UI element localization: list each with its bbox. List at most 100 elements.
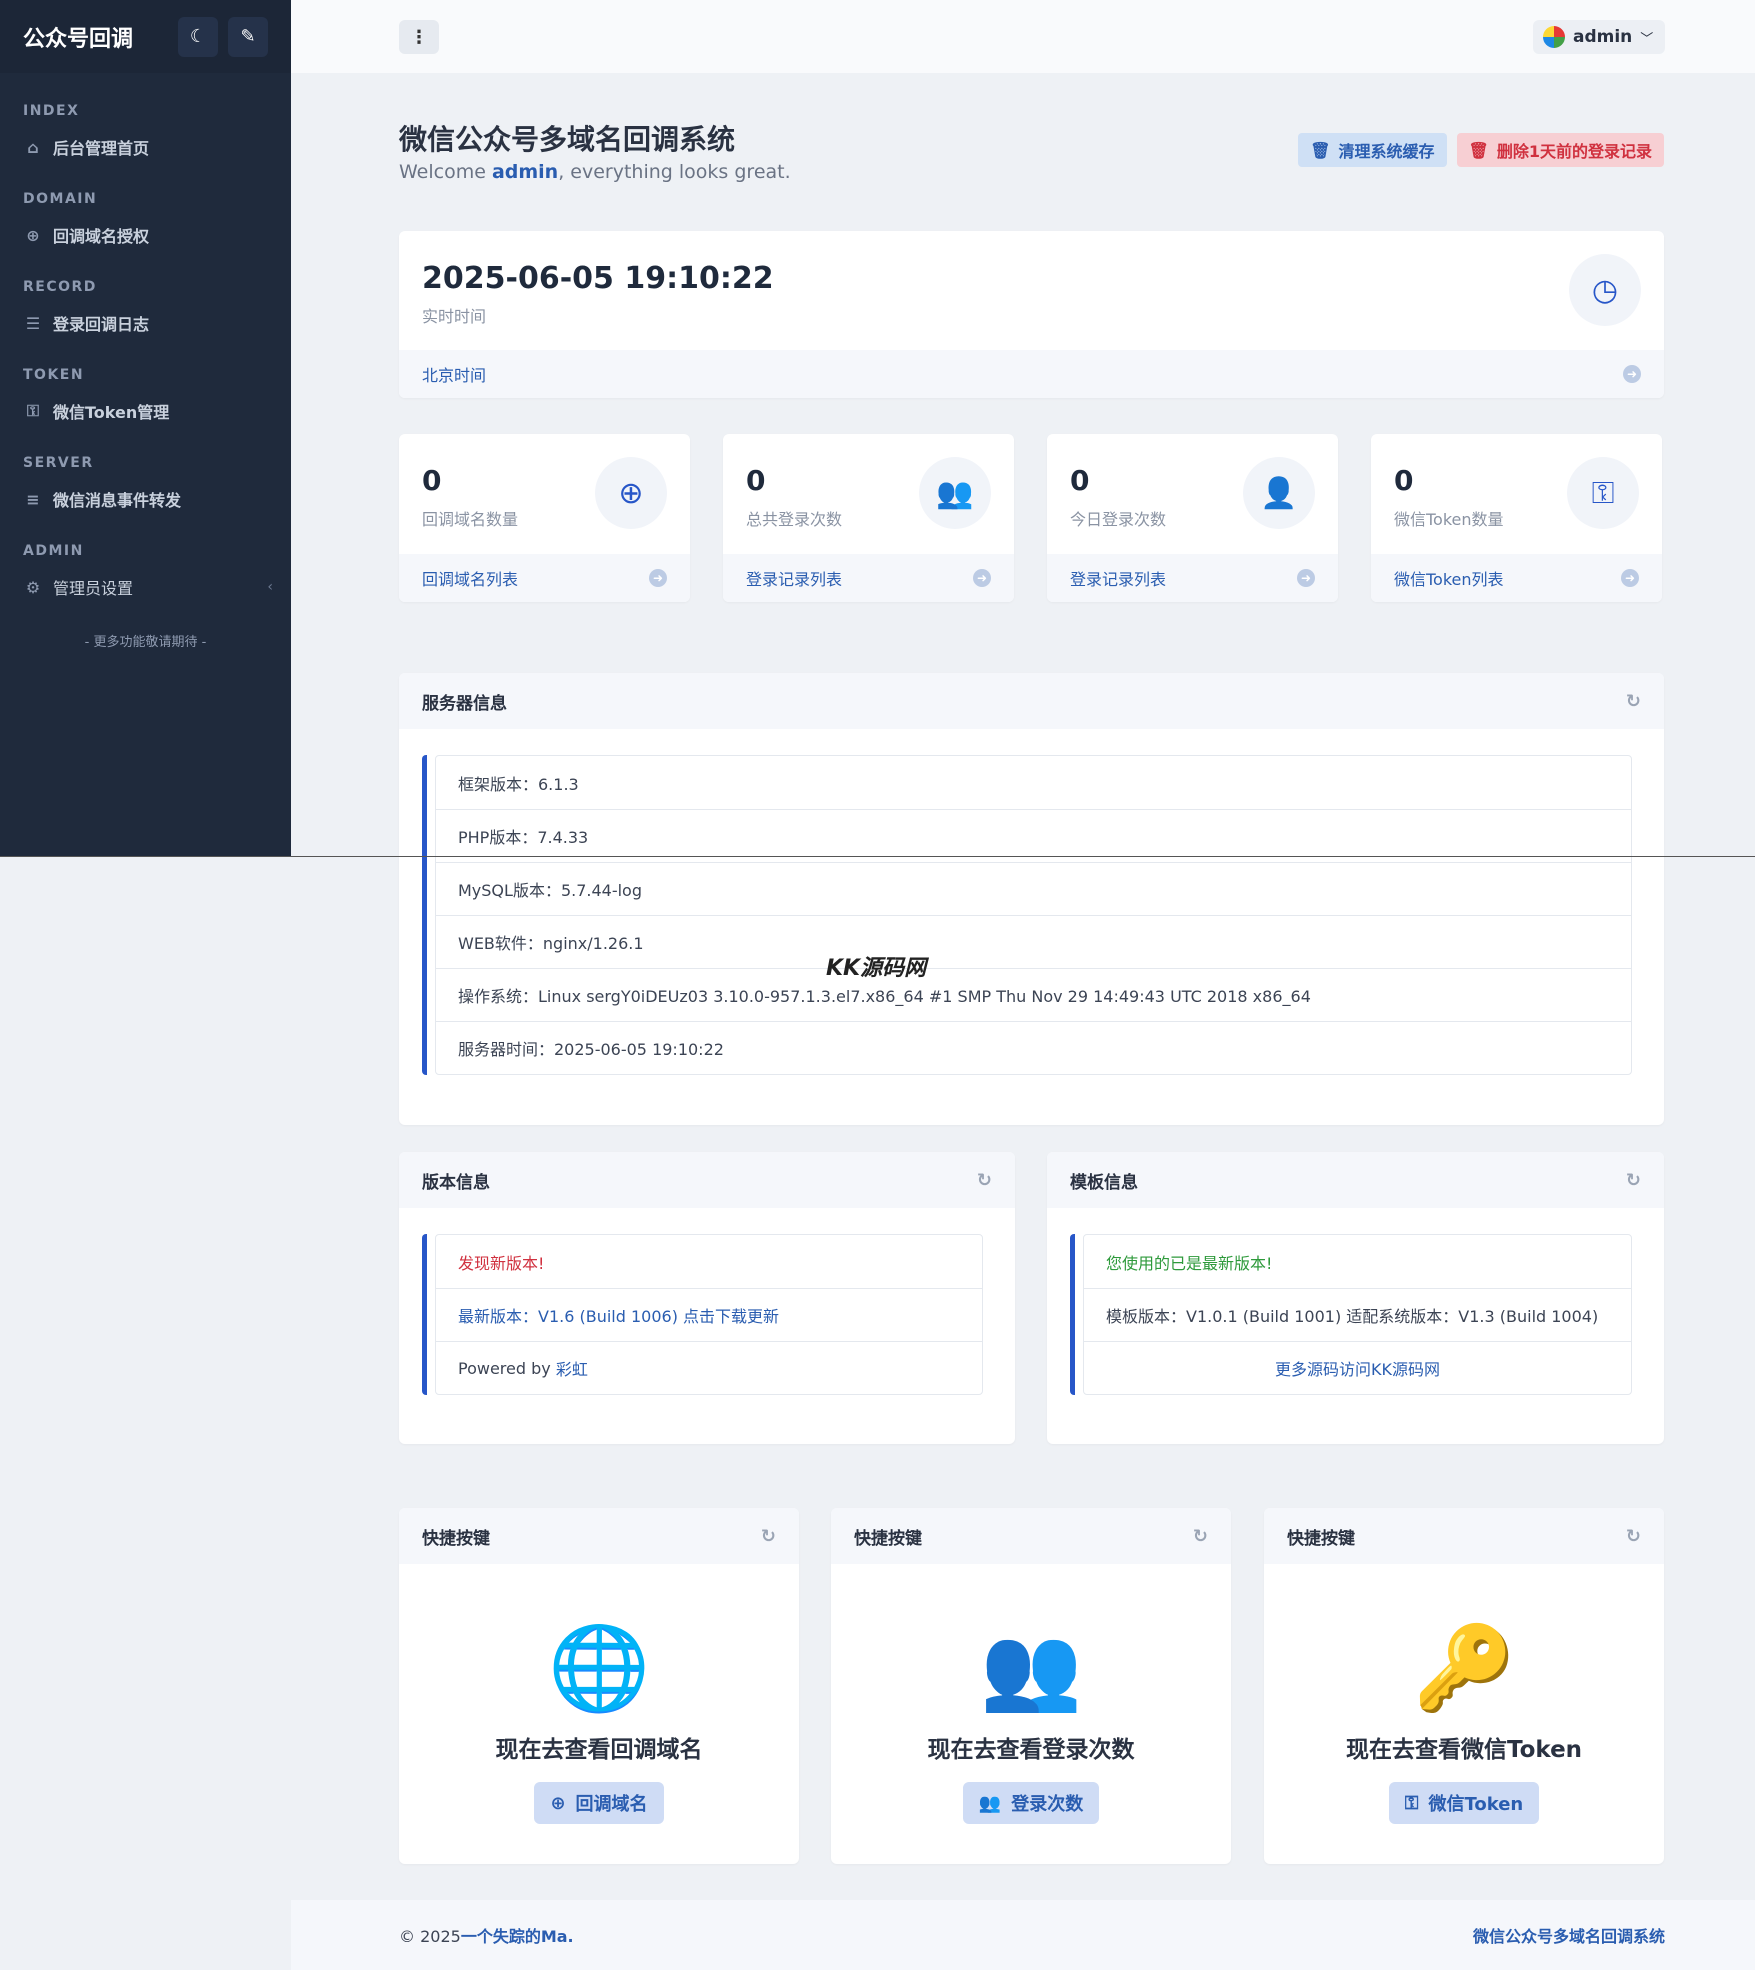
chevron-down-icon: ﹀ (1640, 31, 1654, 47)
page-footer: © 2025一个失踪的Ma. 微信公众号多域名回调系统 (291, 1900, 1755, 1970)
current-time: 2025-06-05 19:10:22 (422, 261, 774, 296)
divider-line (0, 856, 1755, 857)
delete-logs-button[interactable]: 🗑 删除1天前的登录记录 (1456, 133, 1664, 167)
users-icon: 👥 (978, 1792, 1002, 1814)
sidebar-item-record[interactable]: ☰ 登录回调日志 (0, 305, 291, 341)
button-label: 微信Token (1428, 1794, 1524, 1815)
tokens-button[interactable]: ⚿ 微信Token (1388, 1782, 1540, 1824)
user-name: admin (1573, 27, 1633, 47)
trash-icon: 🗑 (1468, 140, 1489, 160)
template-status: 您使用的已是最新版本! (1106, 1253, 1273, 1273)
panel-title: 版本信息 (422, 1172, 490, 1193)
version-info-list: 发现新版本! 最新版本：V1.6 (Build 1006) 点击下载更新 Pow… (435, 1234, 983, 1395)
gear-icon: ⚙ (25, 577, 41, 597)
copyright-prefix: © 2025 (399, 1927, 461, 1946)
home-icon: ⌂ (27, 137, 39, 157)
template-version: 模板版本：V1.0.1 (Build 1001) 适配系统版本：V1.3 (Bu… (1084, 1288, 1631, 1341)
time-footer-link[interactable]: 北京时间 (422, 362, 486, 386)
stat-card-tokens: 0 微信Token数量 ⚿ 微信Token列表 ➜ (1371, 434, 1662, 602)
panel-header: 快捷按键 ↻ (831, 1508, 1231, 1564)
sidebar-item-dashboard[interactable]: ⌂ 后台管理首页 (0, 129, 291, 165)
stat-footer-link[interactable]: 微信Token列表 (1394, 566, 1504, 590)
list-item: MySQL版本：5.7.44-log (436, 862, 1631, 915)
dark-mode-toggle[interactable]: ☾ (178, 16, 218, 57)
stat-label: 今日登录次数 (1070, 510, 1167, 529)
powered-prefix: Powered by (458, 1358, 556, 1378)
panel-title: 服务器信息 (422, 693, 507, 714)
version-info-panel: 版本信息 ↻ 发现新版本! 最新版本：V1.6 (Build 1006) 点击下… (399, 1152, 1015, 1444)
domains-button[interactable]: ⊕ 回调域名 (534, 1782, 664, 1824)
more-source-link[interactable]: 更多源码访问KK源码网 (1084, 1341, 1631, 1394)
stat-footer[interactable]: 微信Token列表 ➜ (1371, 554, 1662, 602)
stat-footer[interactable]: 登录记录列表 ➜ (1047, 554, 1338, 602)
download-update-link[interactable]: 最新版本：V1.6 (Build 1006) 点击下载更新 (436, 1288, 982, 1341)
refresh-icon[interactable]: ↻ (1626, 1170, 1641, 1191)
user-menu-button[interactable]: admin ﹀ (1533, 20, 1665, 54)
key-icon: ⚿ (26, 401, 40, 420)
button-label: 回调域名 (575, 1794, 648, 1815)
quick-card-logins: 快捷按键 ↻ 👥 现在去查看登录次数 👥 登录次数 (831, 1508, 1231, 1864)
sidebar-header: 公众号回调 ☾ ✎ (0, 0, 291, 73)
panel-header: 版本信息 ↻ (399, 1152, 1015, 1208)
menu-button[interactable]: ⋮ (399, 20, 439, 54)
stat-value: 0 (422, 464, 442, 497)
time-label: 实时时间 (422, 307, 487, 326)
list-item: PHP版本：7.4.33 (436, 809, 1631, 862)
refresh-icon[interactable]: ↻ (1626, 1526, 1641, 1547)
clear-cache-label: 清理系统缓存 (1338, 142, 1435, 161)
author-link[interactable]: 一个失踪的Ma. (461, 1927, 574, 1946)
stat-footer-link[interactable]: 登录记录列表 (1070, 566, 1166, 590)
stat-value: 0 (746, 464, 766, 497)
sidebar-item-token[interactable]: ⚿ 微信Token管理 (0, 393, 291, 429)
refresh-icon[interactable]: ↻ (977, 1170, 992, 1191)
theme-button[interactable]: ✎ (228, 16, 268, 57)
key-icon: ⚿ (1404, 1792, 1419, 1814)
stat-footer[interactable]: 登录记录列表 ➜ (723, 554, 1014, 602)
list-item: WEB软件：nginx/1.26.1 (436, 915, 1631, 968)
stat-footer-link[interactable]: 回调域名列表 (422, 566, 518, 590)
list-item: 操作系统：Linux sergY0iDEUz03 3.10.0-957.1.3.… (436, 968, 1631, 1021)
panel-header: 快捷按键 ↻ (1264, 1508, 1664, 1564)
refresh-icon[interactable]: ↻ (1626, 691, 1641, 712)
users-icon: 👥 (919, 457, 991, 529)
user-icon: 👤 (1243, 457, 1315, 529)
sidebar-note: - 更多功能敬请期待 - (84, 635, 207, 650)
quick-title: 现在去查看登录次数 (927, 1737, 1135, 1763)
stat-footer-link[interactable]: 登录记录列表 (746, 566, 842, 590)
quick-title: 现在去查看回调域名 (495, 1737, 703, 1763)
server-info-list: 框架版本：6.1.3 PHP版本：7.4.33 MySQL版本：5.7.44-l… (435, 755, 1632, 1075)
stat-card-today-logins: 0 今日登录次数 👤 登录记录列表 ➜ (1047, 434, 1338, 602)
panel-title: 模板信息 (1070, 1172, 1138, 1193)
nav-heading-server: SERVER (23, 455, 94, 471)
stat-label: 总共登录次数 (746, 510, 843, 529)
template-info-list: 您使用的已是最新版本! 模板版本：V1.0.1 (Build 1001) 适配系… (1083, 1234, 1632, 1395)
welcome-user[interactable]: admin (492, 161, 558, 183)
panel-title: 快捷按键 (422, 1528, 490, 1549)
brush-icon: ✎ (240, 26, 256, 47)
button-label: 登录次数 (1011, 1794, 1084, 1815)
panel-title: 快捷按键 (1287, 1528, 1355, 1549)
topbar: ⋮ admin ﹀ (291, 0, 1755, 73)
page-title: 微信公众号多域名回调系统 (399, 123, 736, 156)
globe-icon: ⊕ (26, 225, 40, 245)
sidebar-item-admin[interactable]: ⚙ 管理员设置 ‹ (0, 569, 291, 605)
key-icon: 🔑 (1412, 1621, 1516, 1716)
server-info-panel: 服务器信息 ↻ 框架版本：6.1.3 PHP版本：7.4.33 MySQL版本：… (399, 673, 1664, 1125)
welcome-prefix: Welcome (399, 161, 492, 183)
watermark: KK源码网 (826, 956, 927, 981)
footer-system-link[interactable]: 微信公众号多域名回调系统 (1473, 1923, 1665, 1947)
quick-title: 现在去查看微信Token (1345, 1737, 1583, 1763)
arrow-right-icon: ➜ (1297, 569, 1315, 587)
refresh-icon[interactable]: ↻ (761, 1526, 776, 1547)
clear-cache-button[interactable]: 🗑 清理系统缓存 (1298, 133, 1447, 167)
sidebar-item-domain[interactable]: ⊕ 回调域名授权 (0, 217, 291, 253)
time-card-footer[interactable]: 北京时间 ➜ (399, 350, 1664, 398)
globe-icon: ⊕ (550, 1792, 566, 1814)
quick-card-tokens: 快捷按键 ↻ 🔑 现在去查看微信Token ⚿ 微信Token (1264, 1508, 1664, 1864)
logins-button[interactable]: 👥 登录次数 (962, 1782, 1100, 1824)
powered-link[interactable]: 彩虹 (556, 1356, 588, 1380)
sidebar-item-server[interactable]: ≡ 微信消息事件转发 (0, 481, 291, 517)
copyright: © 2025一个失踪的Ma. (399, 1923, 574, 1947)
refresh-icon[interactable]: ↻ (1193, 1526, 1208, 1547)
stat-footer[interactable]: 回调域名列表 ➜ (399, 554, 690, 602)
